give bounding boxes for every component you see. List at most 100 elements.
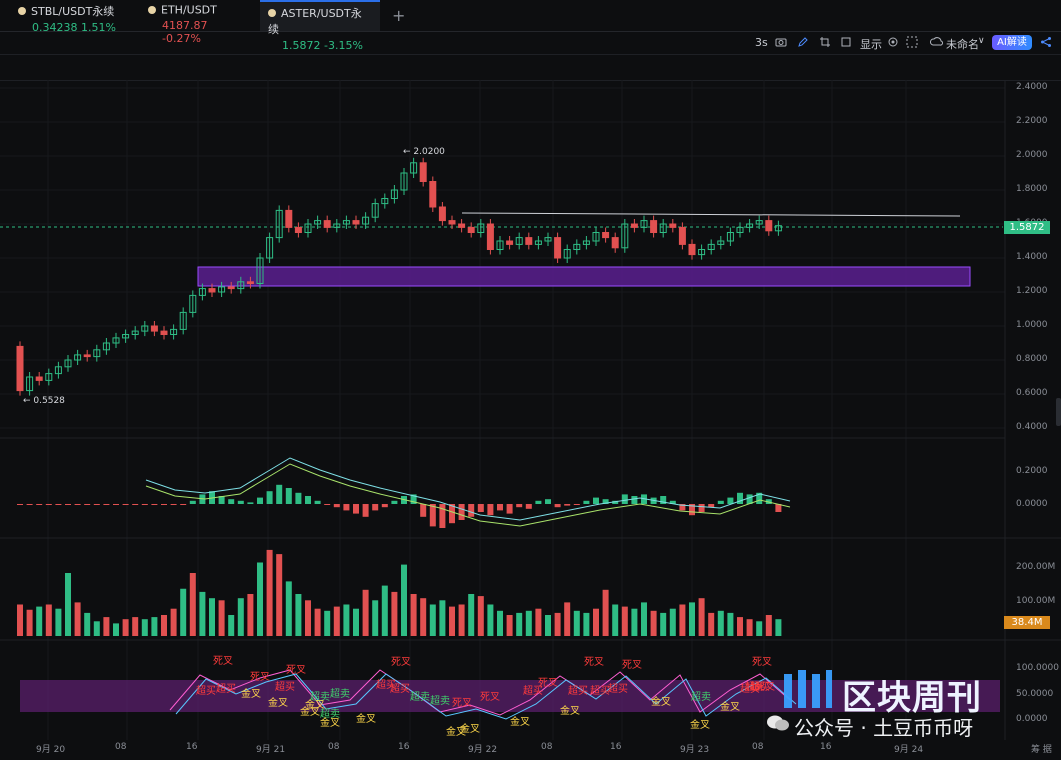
macd-bar	[525, 504, 532, 509]
candle	[765, 220, 773, 232]
macd-bar	[324, 504, 331, 505]
volume-bar	[765, 615, 772, 636]
kdj-signal-label: 超买	[590, 684, 610, 697]
candle	[294, 226, 302, 233]
volume-bar	[458, 604, 465, 636]
macd-bar	[429, 504, 436, 527]
macd-bar	[372, 504, 379, 511]
volume-bar	[641, 602, 647, 636]
volume-bar	[55, 608, 62, 636]
candle	[467, 226, 475, 233]
time-axis-label: 08	[328, 742, 340, 752]
volume-bar	[391, 591, 398, 636]
price-axis-label: 2.4000	[1016, 82, 1048, 92]
kdj-signal-label: 超买	[608, 682, 628, 695]
macd-bar	[717, 500, 724, 504]
macd-bar	[170, 504, 177, 505]
time-axis-label: 08	[752, 742, 764, 752]
price-axis-label: 0.6000	[1016, 388, 1048, 398]
macd-bar	[497, 504, 503, 511]
time-axis-label: 16	[398, 742, 410, 752]
candle	[506, 240, 514, 245]
time-axis-label: 9月 22	[468, 745, 498, 755]
kdj-signal-label: 金叉	[320, 716, 340, 729]
volume-bar	[650, 610, 657, 636]
macd-bar	[122, 504, 129, 505]
volume-bar	[170, 608, 177, 636]
macd-bar	[161, 504, 167, 505]
volume-bar	[669, 608, 676, 636]
volume-bar	[477, 596, 484, 636]
volume-bar	[497, 610, 503, 636]
volume-bar	[612, 604, 619, 636]
candle	[16, 345, 24, 392]
macd-bar	[621, 494, 628, 504]
macd-bar	[36, 504, 43, 505]
side-handle[interactable]	[1056, 398, 1061, 426]
volume-bar	[487, 604, 494, 636]
price-axis-label: 1.0000	[1016, 320, 1048, 330]
candle	[458, 223, 466, 228]
price-axis-label: 0.8000	[1016, 354, 1048, 364]
brand-logo-icon	[784, 670, 832, 708]
macd-bar	[65, 504, 71, 505]
kdj-signal-label: 死叉	[752, 656, 772, 668]
kdj-signal-label: 死叉	[286, 664, 306, 676]
volume-bar	[689, 602, 695, 636]
volume-bar	[276, 554, 283, 636]
volume-bar	[65, 573, 71, 636]
volume-bar	[708, 612, 715, 636]
kdj-signal-label: 死叉	[452, 697, 472, 709]
volume-bar	[439, 600, 446, 636]
price-axis-label: 2.2000	[1016, 116, 1048, 126]
macd-bar	[26, 504, 33, 505]
macd-bar	[535, 500, 542, 504]
volume-bar	[737, 617, 743, 636]
kdj-signal-label: 死叉	[480, 691, 500, 703]
volume-bar	[45, 604, 52, 636]
volume-bars	[17, 549, 782, 636]
macd-bar	[93, 504, 100, 505]
volume-bar	[343, 604, 350, 636]
volume-bar	[93, 621, 100, 636]
kdj-signal-label: 金叉	[268, 696, 288, 709]
volume-bar	[372, 600, 379, 636]
macd-bar	[132, 504, 139, 505]
kdj-signal-label: 金叉	[241, 687, 261, 700]
candle	[554, 237, 562, 259]
volume-bar	[525, 610, 532, 636]
candle	[227, 286, 235, 290]
volume-bar	[410, 594, 417, 636]
volume-bar	[381, 585, 388, 636]
price-chart[interactable]: 死叉超买 超买死叉金叉金叉死叉超买超卖 超卖超卖金叉 金叉金叉死叉超买超买超卖 超卖 死叉…	[0, 0, 1061, 760]
macd-bar	[727, 497, 734, 504]
candle	[448, 220, 456, 225]
volume-bar	[353, 608, 359, 636]
candle	[35, 376, 43, 381]
kdj-signal-label: 死叉	[391, 656, 411, 668]
candle	[650, 220, 658, 234]
macd-bar	[487, 504, 494, 516]
volume-bar	[593, 608, 599, 636]
kdj-signal-label: 金叉	[720, 700, 740, 713]
macd-bar	[55, 504, 62, 505]
volume-bar	[621, 606, 628, 636]
volume-bar	[602, 589, 609, 636]
kdj-signal-label: 超买	[568, 684, 588, 697]
time-axis-label: 9月 21	[256, 745, 286, 755]
macd-bar	[113, 504, 119, 505]
account-name: 公众号 · 土豆币币呀	[794, 716, 974, 740]
kdj-signal-label: 金叉	[460, 722, 480, 735]
volume-bar	[295, 594, 302, 636]
macd-bar	[631, 496, 638, 504]
volume-bar	[775, 619, 782, 636]
volume-bar	[449, 606, 455, 636]
macd-bar	[477, 504, 484, 512]
volume-bar	[132, 617, 139, 636]
macd-bar	[362, 504, 369, 517]
volume-bar	[756, 621, 763, 636]
macd-bar	[564, 504, 571, 506]
macd-bar	[276, 484, 283, 504]
macd-bar	[554, 504, 561, 508]
grid-lines	[0, 80, 1005, 740]
